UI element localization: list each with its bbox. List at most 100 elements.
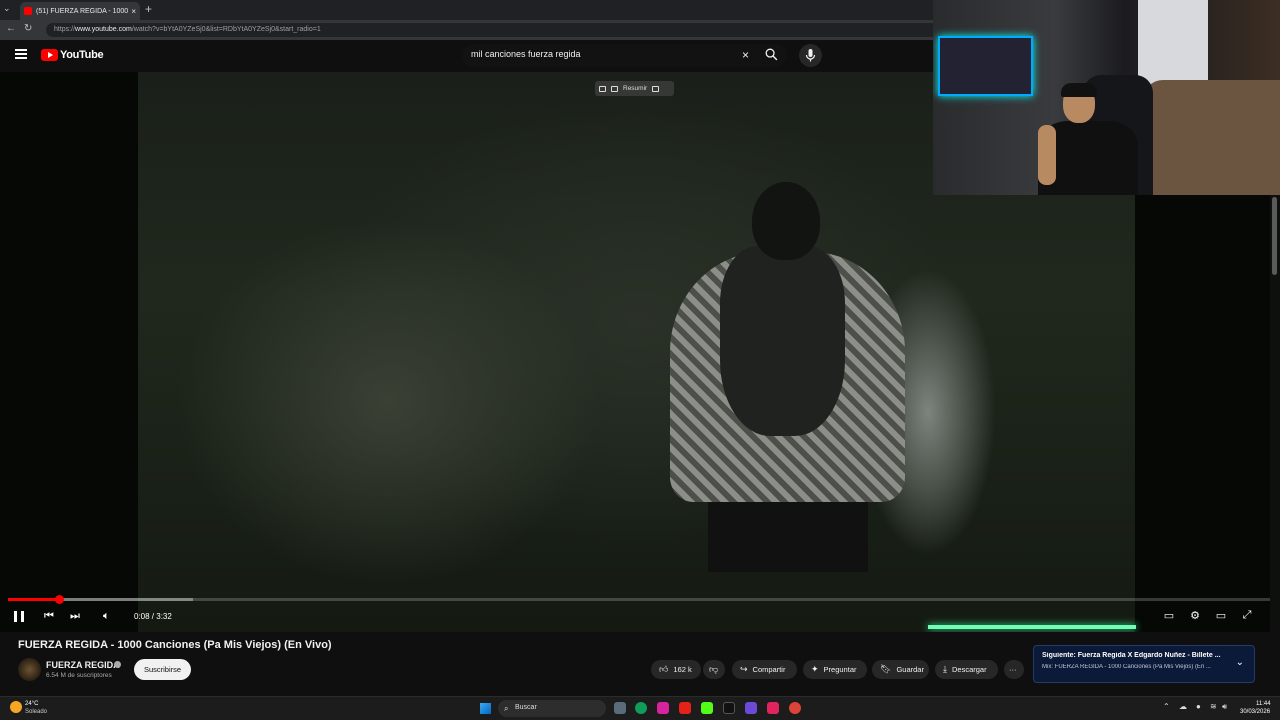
search-box[interactable]: mil canciones fuerza regida × [462, 44, 787, 67]
thumbs-up-icon: 👍︎ [659, 664, 669, 674]
clear-search-icon[interactable]: × [742, 48, 749, 62]
youtube-app-icon[interactable] [679, 702, 691, 714]
edge-icon[interactable] [635, 702, 647, 714]
search-icon: ⌕ [504, 704, 509, 713]
ask-label: Preguntar [823, 665, 857, 674]
thumbs-down-icon: 👎︎ [709, 664, 719, 674]
page-scrollbar[interactable] [1270, 195, 1280, 690]
youtube-favicon-icon [24, 7, 32, 15]
theater-mode-icon[interactable]: ▭ [1214, 609, 1228, 623]
tab-title: (51) FUERZA REGIDA - 1000 C [36, 7, 129, 15]
browser-tab[interactable]: (51) FUERZA REGIDA - 1000 C × [20, 2, 140, 20]
download-icon: ⤓ [943, 664, 947, 674]
webcam-streamer [1038, 83, 1148, 195]
more-icon: ··· [1009, 665, 1017, 674]
up-next-card[interactable]: Siguiente: Fuerza Regida X Edgardo Nuñez… [1033, 645, 1255, 683]
webcam-monitor [938, 36, 1033, 96]
tray-app-icon[interactable]: ● [1196, 702, 1201, 711]
app-icon[interactable] [767, 702, 779, 714]
pause-icon[interactable] [14, 611, 24, 622]
ask-button[interactable]: ✦ Preguntar [803, 660, 867, 679]
picture-in-picture-icon[interactable] [599, 85, 606, 92]
weather-sun-icon[interactable] [10, 701, 22, 713]
new-tab-icon[interactable]: + [145, 2, 152, 16]
taskbar-search[interactable]: ⌕ Buscar [498, 700, 606, 717]
dislike-button[interactable]: 👎︎ [703, 660, 725, 679]
share-icon: ↪ [740, 664, 748, 674]
windows-start-icon[interactable] [480, 703, 491, 714]
video-overlay-toolbar: Resumir [595, 81, 674, 96]
save-label: Guardar [896, 665, 924, 674]
url-prefix: https:// [54, 26, 76, 33]
weather-temperature: 24°C [25, 701, 39, 707]
fullscreen-icon[interactable]: ⤢ [1240, 609, 1254, 623]
microphone-icon[interactable] [799, 44, 822, 67]
settings-icon[interactable]: ⚙ [1188, 609, 1202, 623]
previous-icon[interactable]: ⏮ [44, 610, 54, 623]
save-button[interactable]: 🔖︎ Guardar [872, 660, 929, 679]
webcam-window [1138, 0, 1208, 90]
search-input[interactable]: mil canciones fuerza regida [471, 49, 581, 59]
translate-icon[interactable] [652, 85, 660, 92]
stage-light [928, 625, 1136, 629]
hamburger-menu-icon[interactable] [15, 49, 27, 59]
taskbar-search-label: Buscar [515, 704, 537, 711]
clock-time[interactable]: 11:44 [1256, 701, 1271, 707]
next-icon[interactable]: ⏭ [70, 610, 80, 623]
chevron-down-icon[interactable]: ⌄ [1236, 657, 1244, 668]
summarize-button[interactable]: Resumir [623, 85, 647, 92]
messenger-icon[interactable] [745, 702, 757, 714]
progress-bar[interactable] [8, 595, 1272, 604]
youtube-play-icon [41, 49, 58, 61]
tab-search-icon[interactable]: ⌄ [3, 3, 11, 14]
tiktok-icon[interactable] [723, 702, 735, 714]
scrollbar-thumb[interactable] [1272, 197, 1277, 275]
reload-icon[interactable]: ↻ [24, 23, 32, 34]
subscribe-button[interactable]: Suscribirse [134, 659, 191, 680]
kick-icon[interactable] [701, 702, 713, 714]
performer-figure [670, 182, 905, 572]
instagram-icon[interactable] [657, 702, 669, 714]
download-button[interactable]: ⤓ Descargar [935, 660, 998, 679]
like-count: 162 k [673, 665, 692, 674]
up-next-title: Siguiente: Fuerza Regida X Edgardo Nuñez… [1042, 652, 1221, 659]
youtube-logo[interactable]: YouTube [41, 49, 104, 61]
wifi-icon[interactable]: ≋ [1210, 702, 1217, 711]
channel-name[interactable]: FUERZA REGIDA [46, 660, 120, 670]
tab-close-icon[interactable]: × [131, 7, 136, 16]
search-icon[interactable] [765, 48, 778, 61]
share-button[interactable]: ↪ Compartir [732, 660, 797, 679]
back-icon[interactable]: ← [6, 23, 16, 34]
time-display: 0:08 / 3:32 [134, 612, 172, 621]
address-bar[interactable]: https://www.youtube.com/watch?v=bYtA0YZe… [46, 23, 946, 37]
video-title: FUERZA REGIDA - 1000 Canciones (Pa Mis V… [18, 639, 332, 651]
youtube-header: YouTube mil canciones fuerza regida × [0, 40, 935, 72]
windows-taskbar: 24°C Soleado ⌕ Buscar ⌃ ☁ ● ≋ 🔊︎ 11:44 3… [0, 696, 1280, 720]
verified-icon [114, 661, 121, 668]
subtitles-icon[interactable]: ▭ [1162, 609, 1176, 623]
youtube-logo-text: YouTube [60, 49, 104, 61]
volume-icon[interactable]: 🔈︎ [103, 610, 110, 623]
progress-played [8, 598, 59, 601]
up-next-subtitle: Mix: FUERZA REGIDA - 1000 Canciones (Pa … [1042, 664, 1211, 670]
bookmark-icon: 🔖︎ [880, 664, 892, 674]
summarize-icon [611, 85, 618, 92]
sparkle-icon: ✦ [811, 664, 819, 674]
subscriber-count: 6.54 M de suscriptores [46, 672, 112, 679]
url-path: /watch?v=bYtA0YZeSj0&list=RDbYtA0YZeSj0&… [131, 26, 321, 33]
webcam-overlay [933, 0, 1280, 195]
clock-date[interactable]: 30/03/2026 [1240, 709, 1270, 715]
onedrive-icon[interactable]: ☁ [1179, 702, 1187, 711]
like-button[interactable]: 👍︎ 162 k [651, 660, 701, 679]
download-label: Descargar [951, 665, 987, 674]
more-actions-button[interactable]: ··· [1004, 660, 1024, 679]
channel-avatar[interactable] [18, 658, 41, 681]
share-label: Compartir [752, 665, 786, 674]
progress-scrubber[interactable] [54, 595, 64, 604]
task-view-icon[interactable] [614, 702, 626, 714]
chrome-icon[interactable] [789, 702, 801, 714]
tray-chevron-icon[interactable]: ⌃ [1163, 702, 1170, 711]
speaker-icon[interactable]: 🔊︎ [1222, 702, 1227, 712]
webcam-sofa [1143, 80, 1280, 195]
url-host: www.youtube.com [75, 26, 132, 33]
